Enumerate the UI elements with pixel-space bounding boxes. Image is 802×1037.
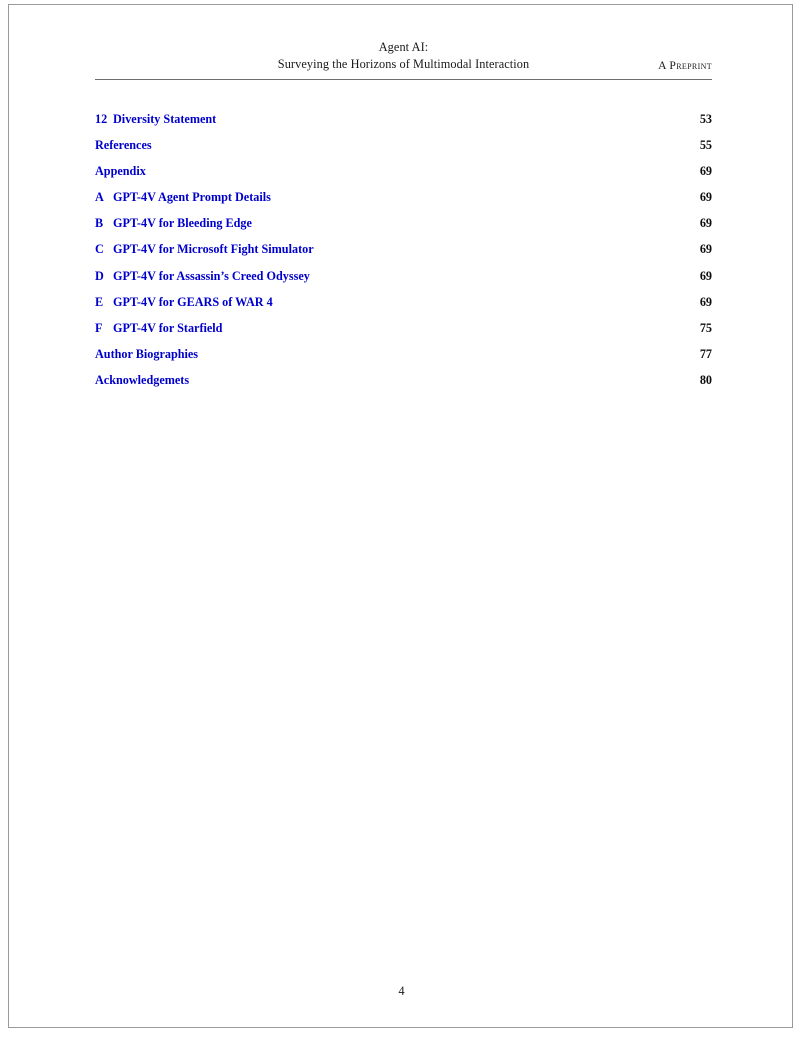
toc-entry-title[interactable]: Diversity Statement <box>113 106 216 132</box>
header-title-line-2: Surveying the Horizons of Multimodal Int… <box>277 57 530 71</box>
toc-entry-page-number: 75 <box>699 320 712 335</box>
toc-entry-title[interactable]: GPT-4V for Starfield <box>113 315 222 341</box>
toc-entry-label: A <box>95 190 104 205</box>
toc-entry-page-number: 69 <box>699 190 712 205</box>
toc-entry-page-number: 69 <box>699 294 712 309</box>
table-of-contents: 12 Diversity Statement 53 References 55 Appen… <box>95 106 712 393</box>
document-page: Agent AI: Surveying the Horizons of Mult… <box>8 4 793 1028</box>
toc-entry-title[interactable]: GPT-4V for Microsoft Fight Simulator <box>113 236 314 262</box>
header-divider-rule <box>95 79 712 80</box>
toc-entry-label: D <box>95 268 104 283</box>
preprint-label: A Preprint <box>658 59 712 72</box>
toc-entry-label: B <box>95 216 104 231</box>
toc-entry-page-number: 53 <box>699 112 712 126</box>
toc-entry-page-number: 69 <box>699 242 712 257</box>
toc-entry[interactable]: Appendix 69 <box>95 158 712 184</box>
running-header: Agent AI: Surveying the Horizons of Mult… <box>95 39 712 79</box>
toc-entry-title[interactable]: GPT-4V for GEARS of WAR 4 <box>113 289 273 315</box>
toc-entry-page-number: 69 <box>699 268 712 283</box>
header-title-line-1: Agent AI: <box>378 40 429 54</box>
toc-entry-page-number: 80 <box>699 372 712 387</box>
toc-entry-label: C <box>95 242 104 257</box>
toc-entry[interactable]: E GPT-4V for GEARS of WAR 4 69 <box>95 289 712 315</box>
toc-entry-label: F <box>95 320 103 335</box>
toc-entry[interactable]: Author Biographies 77 <box>95 341 712 367</box>
toc-entry-title[interactable]: GPT-4V for Assassin’s Creed Odyssey <box>113 263 310 289</box>
toc-entry-title[interactable]: GPT-4V for Bleeding Edge <box>113 210 252 236</box>
toc-entry-page-number: 77 <box>699 346 712 361</box>
toc-entry[interactable]: 12 Diversity Statement 53 <box>95 106 712 132</box>
toc-entry[interactable]: C GPT-4V for Microsoft Fight Simulator 69 <box>95 236 712 262</box>
toc-entry[interactable]: A GPT-4V Agent Prompt Details 69 <box>95 184 712 210</box>
toc-entry-title[interactable]: Acknowledgemets <box>95 367 189 393</box>
toc-entry-title[interactable]: GPT-4V Agent Prompt Details <box>113 184 271 210</box>
toc-entry-title[interactable]: Appendix <box>95 158 146 184</box>
toc-entry[interactable]: References 55 <box>95 132 712 158</box>
toc-entry[interactable]: Acknowledgemets 80 <box>95 367 712 393</box>
toc-entry[interactable]: F GPT-4V for Starfield 75 <box>95 315 712 341</box>
toc-entry-page-number: 69 <box>699 164 712 179</box>
toc-entry-page-number: 69 <box>699 216 712 231</box>
toc-entry-title[interactable]: Author Biographies <box>95 341 198 367</box>
toc-entry-title[interactable]: References <box>95 132 152 158</box>
toc-entry[interactable]: D GPT-4V for Assassin’s Creed Odyssey 69 <box>95 263 712 289</box>
page-folio-number: 4 <box>398 984 405 998</box>
toc-entry[interactable]: B GPT-4V for Bleeding Edge 69 <box>95 210 712 236</box>
toc-entry-page-number: 55 <box>699 138 712 153</box>
toc-entry-label: E <box>95 294 104 309</box>
toc-entry-label: 12 <box>95 112 108 126</box>
